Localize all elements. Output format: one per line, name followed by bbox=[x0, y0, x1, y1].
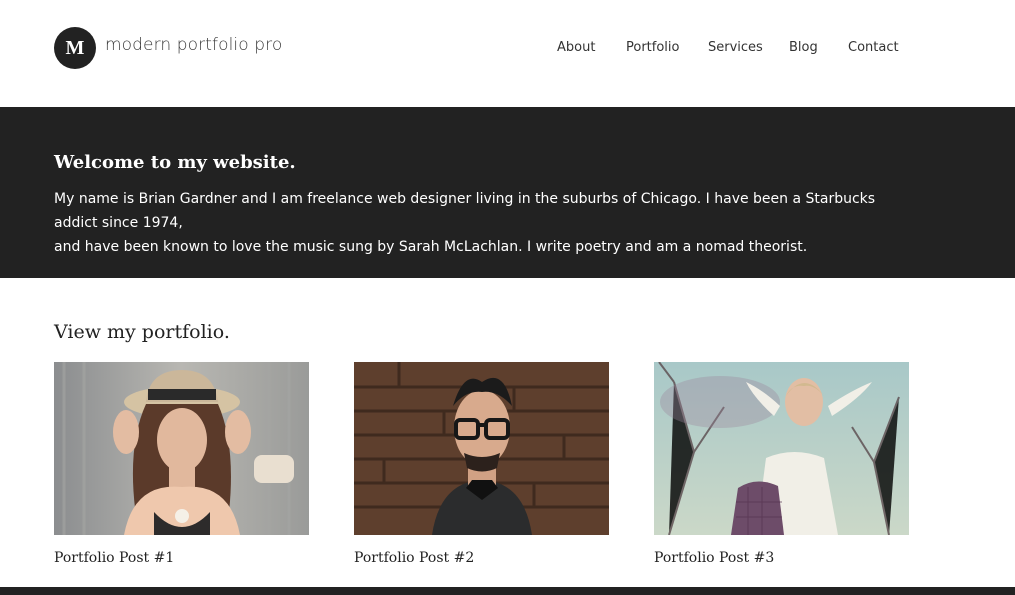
portfolio-card-1: Portfolio Post #1 bbox=[54, 362, 309, 566]
welcome-title: Welcome to my website. bbox=[54, 152, 296, 173]
nav-item-blog[interactable]: Blog bbox=[789, 40, 818, 55]
nav-item-about[interactable]: About bbox=[557, 40, 595, 55]
welcome-text-line-1: My name is Brian Gardner and I am freela… bbox=[54, 191, 876, 231]
portfolio-heading: View my portfolio. bbox=[54, 321, 230, 343]
woman-outdoors-photo bbox=[654, 362, 909, 535]
footer-strip bbox=[0, 587, 1015, 595]
portfolio-post-title-2[interactable]: Portfolio Post #2 bbox=[354, 550, 609, 566]
portfolio-post-title-3[interactable]: Portfolio Post #3 bbox=[654, 550, 909, 566]
man-with-glasses-photo bbox=[354, 362, 609, 535]
portfolio-thumbnail-2[interactable] bbox=[354, 362, 609, 535]
woman-in-hat-photo bbox=[54, 362, 309, 535]
portfolio-thumbnail-3[interactable] bbox=[654, 362, 909, 535]
site-header: M modern portfolio pro About Portfolio S… bbox=[0, 0, 1015, 107]
nav-item-contact[interactable]: Contact bbox=[848, 40, 899, 55]
welcome-text-line-2: and have been known to love the music su… bbox=[54, 239, 808, 255]
main-nav: About Portfolio Services Blog Contact bbox=[0, 40, 1015, 60]
portfolio-card-2: Portfolio Post #2 bbox=[354, 362, 609, 566]
portfolio-card-3: Portfolio Post #3 bbox=[654, 362, 909, 566]
welcome-banner: Welcome to my website. My name is Brian … bbox=[0, 107, 1015, 278]
welcome-text: My name is Brian Gardner and I am freela… bbox=[54, 187, 914, 259]
portfolio-post-title-1[interactable]: Portfolio Post #1 bbox=[54, 550, 309, 566]
nav-item-services[interactable]: Services bbox=[708, 40, 763, 55]
portfolio-thumbnail-1[interactable] bbox=[54, 362, 309, 535]
nav-item-portfolio[interactable]: Portfolio bbox=[626, 40, 679, 55]
